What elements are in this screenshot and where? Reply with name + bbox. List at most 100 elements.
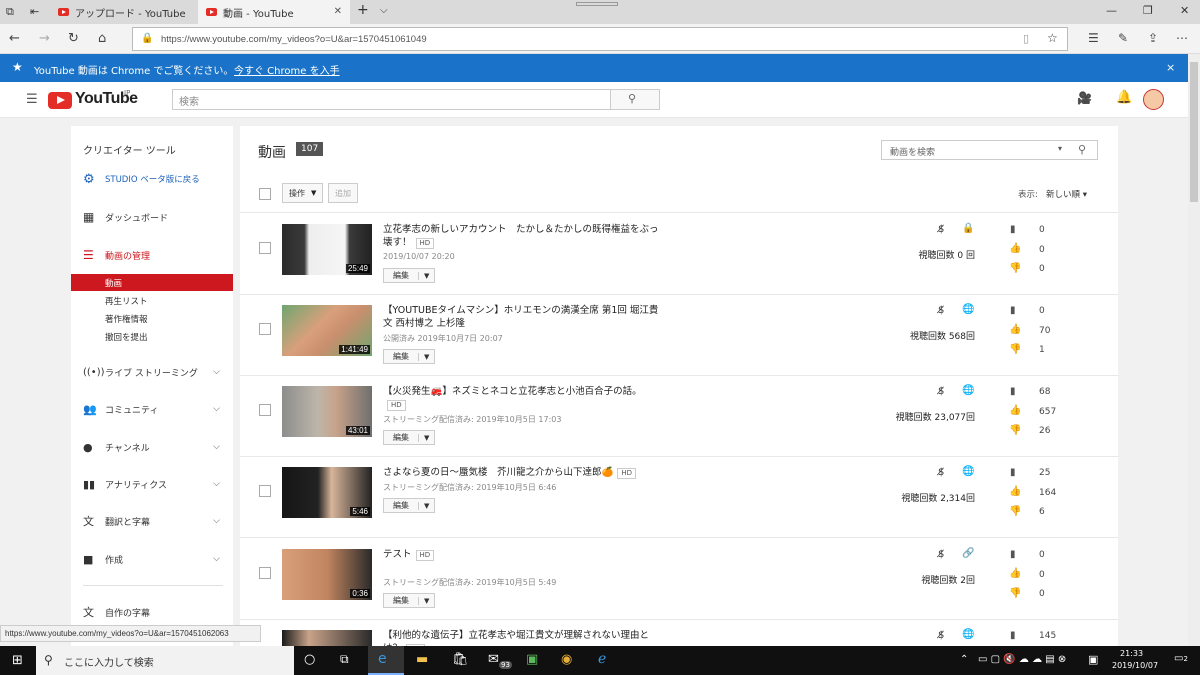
sidebar-item-studio-beta[interactable]: ⚙ STUDIO ベータ版に戻る: [71, 171, 233, 187]
sidebar-sub-retract[interactable]: 撤回を提出: [71, 328, 233, 345]
cortana-icon[interactable]: ○: [304, 652, 315, 667]
forward-icon[interactable]: →: [39, 31, 50, 46]
search-input[interactable]: 検索: [172, 89, 611, 110]
photo-app-icon[interactable]: ▣: [526, 652, 538, 667]
search-button[interactable]: ⚲: [610, 89, 660, 110]
public-globe-icon[interactable]: 🌐: [962, 304, 974, 315]
public-globe-icon[interactable]: 🌐: [962, 385, 974, 396]
row-checkbox[interactable]: [259, 567, 271, 579]
home-icon[interactable]: ⌂: [98, 31, 106, 46]
monetization-off-icon[interactable]: $̸: [938, 386, 944, 397]
sidebar-sub-playlists[interactable]: 再生リスト: [71, 292, 233, 309]
row-checkbox[interactable]: [259, 485, 271, 497]
edit-button[interactable]: 編集 ▼: [383, 268, 436, 283]
upload-video-icon[interactable]: 🎥: [1077, 91, 1092, 105]
window-close-icon[interactable]: ✕: [1180, 4, 1189, 17]
edit-button[interactable]: 編集 ▼: [383, 593, 436, 608]
favorites-list-icon[interactable]: ☰: [1088, 31, 1099, 45]
private-lock-icon[interactable]: 🔒: [962, 223, 974, 234]
banner-close-icon[interactable]: ×: [1166, 61, 1175, 74]
notifications-bell-icon[interactable]: 🔔: [1116, 90, 1132, 105]
refresh-icon[interactable]: ↻: [68, 31, 79, 46]
public-globe-icon[interactable]: 🌐: [962, 466, 974, 477]
hamburger-menu-icon[interactable]: ☰: [26, 92, 38, 107]
chrome-icon[interactable]: ◉: [561, 652, 572, 667]
sidebar-item-create[interactable]: ■ 作成 ⌵: [71, 551, 233, 567]
avatar[interactable]: [1143, 89, 1164, 110]
video-thumbnail[interactable]: 43:01: [282, 386, 372, 437]
pen-icon[interactable]: ✎: [1118, 31, 1128, 45]
internet-explorer-icon[interactable]: ℯ: [598, 651, 606, 667]
sidebar-item-translations[interactable]: 文 翻訳と字幕 ⌵: [71, 513, 233, 529]
video-search-input[interactable]: 動画を検索 ▾ ⚲: [881, 140, 1098, 160]
edit-button[interactable]: 編集 ▼: [383, 430, 436, 445]
more-icon[interactable]: ⋯: [1176, 31, 1188, 45]
dropdown-arrow-icon[interactable]: ▾: [1058, 144, 1062, 153]
video-thumbnail[interactable]: 5:46: [282, 467, 372, 518]
video-title[interactable]: 【火災発生🚒】ネズミとネコと立花孝志と小池百合子の話。HD: [383, 385, 663, 411]
youtube-logo-icon[interactable]: [48, 92, 72, 109]
minimize-icon[interactable]: —: [1106, 4, 1117, 17]
sidebar-item-my-subtitles[interactable]: 文 自作の字幕: [71, 604, 233, 620]
get-chrome-link[interactable]: 今すぐ Chrome を入手: [234, 62, 340, 77]
tray-icons[interactable]: ▭ ▢ 🔇 ☁ ☁ ▤ ⊗: [978, 654, 1066, 665]
monetization-off-icon[interactable]: $̸: [938, 630, 944, 641]
tab-videos[interactable]: 動画 - YouTube ✕: [198, 0, 350, 24]
row-checkbox[interactable]: [259, 404, 271, 416]
add-button[interactable]: 追加: [328, 183, 358, 203]
sidebar-sub-copyright[interactable]: 著作権情報: [71, 310, 233, 327]
new-tab-icon[interactable]: +: [357, 2, 369, 18]
public-globe-icon[interactable]: 🌐: [962, 629, 974, 640]
task-view-icon[interactable]: ⧉: [340, 652, 349, 667]
sort-dropdown[interactable]: 新しい順 ▾: [1046, 188, 1087, 200]
windows-start-icon[interactable]: ⊞: [12, 653, 23, 668]
reading-view-icon[interactable]: ▯: [1023, 32, 1029, 45]
search-icon[interactable]: ⚲: [1078, 143, 1086, 156]
url-field[interactable]: 🔒 https://www.youtube.com/my_videos?o=U&…: [132, 27, 1068, 51]
set-aside-tabs-icon[interactable]: ⇤: [30, 5, 39, 18]
monetization-off-icon[interactable]: $̸: [938, 549, 944, 560]
row-checkbox[interactable]: [259, 323, 271, 335]
folder-icon[interactable]: ▬: [416, 652, 428, 667]
sidebar-item-analytics[interactable]: ▮▮ アナリティクス ⌵: [71, 476, 233, 492]
unlisted-link-icon[interactable]: 🔗: [962, 548, 974, 559]
tab-actions-icon[interactable]: ⧉: [6, 5, 14, 19]
tray-chevron-icon[interactable]: ⌃: [960, 654, 968, 665]
restore-icon[interactable]: ❐: [1143, 4, 1153, 17]
sidebar-item-community[interactable]: 👥 コミュニティ ⌵: [71, 401, 233, 417]
sidebar-item-video-manager[interactable]: ☰ 動画の管理: [71, 247, 233, 263]
row-checkbox[interactable]: [259, 242, 271, 254]
input-mode-icon[interactable]: ▣: [1088, 653, 1098, 666]
close-tab-icon[interactable]: ✕: [334, 6, 342, 17]
video-title[interactable]: 【YOUTUBEタイムマシン】ホリエモンの満漢全席 第1回 堀江貴文 西村博之 …: [383, 304, 663, 330]
taskbar-date[interactable]: 2019/10/07: [1112, 661, 1158, 670]
video-thumbnail[interactable]: 1:41:49: [282, 305, 372, 356]
taskbar-search-input[interactable]: ⚲ ここに入力して検索: [36, 646, 294, 675]
taskbar-time[interactable]: 21:33: [1120, 649, 1143, 658]
actions-dropdown[interactable]: 操作 ▼: [282, 183, 324, 203]
video-title[interactable]: テスト HD: [383, 548, 663, 561]
drag-handle[interactable]: [576, 2, 618, 6]
monetization-off-icon[interactable]: $̸: [938, 224, 944, 235]
page-scrollbar[interactable]: [1188, 54, 1200, 646]
video-thumbnail[interactable]: 25:49: [282, 224, 372, 275]
monetization-off-icon[interactable]: $̸: [938, 467, 944, 478]
edit-button[interactable]: 編集 ▼: [383, 349, 436, 364]
sidebar-item-channel[interactable]: ● チャンネル ⌵: [71, 439, 233, 455]
video-title[interactable]: 立花孝志の新しいアカウント たかし＆たかしの既得権益をぶっ壊す！ HD: [383, 223, 663, 249]
sidebar-item-live[interactable]: ((•)) ライブ ストリーミング ⌵: [71, 364, 233, 380]
edge-taskbar-app[interactable]: e: [368, 646, 404, 675]
monetization-off-icon[interactable]: $̸: [938, 305, 944, 316]
favorite-star-icon[interactable]: ☆: [1047, 31, 1058, 45]
sidebar-item-dashboard[interactable]: ▦ ダッシュボード: [71, 209, 233, 225]
store-icon[interactable]: 🛍: [452, 652, 469, 667]
video-thumbnail[interactable]: 0:36: [282, 549, 372, 600]
notification-center-icon[interactable]: ▭2: [1174, 653, 1188, 664]
mail-icon[interactable]: ✉: [488, 652, 499, 667]
back-icon[interactable]: ←: [9, 31, 20, 46]
sidebar-sub-videos[interactable]: 動画: [71, 274, 233, 291]
select-all-checkbox[interactable]: [259, 188, 271, 200]
edit-button[interactable]: 編集 ▼: [383, 498, 436, 513]
video-title[interactable]: さよなら夏の日～蜃気楼 芥川龍之介から山下達郎🍊 HD: [383, 466, 663, 479]
tab-upload[interactable]: アップロード - YouTube: [50, 0, 198, 24]
